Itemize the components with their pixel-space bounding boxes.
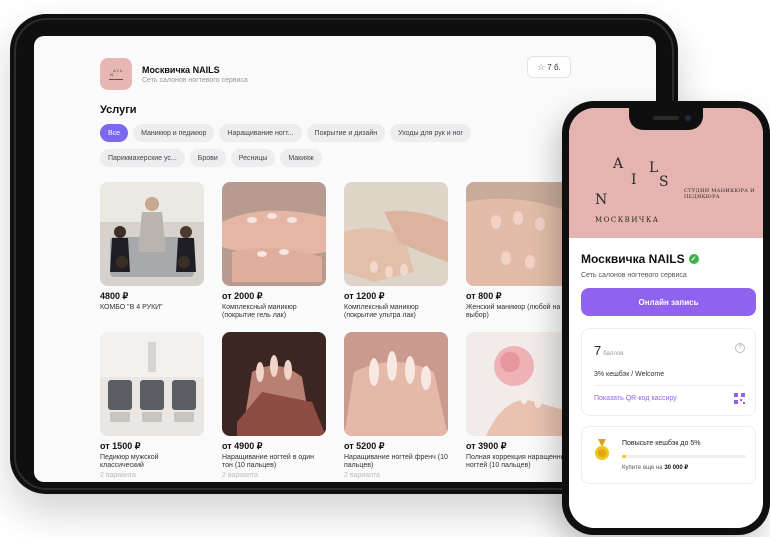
- service-card[interactable]: от 1500 ₽ Педикюр мужской классический 2…: [100, 332, 204, 479]
- chip-hand-foot-care[interactable]: Уходы для рук и ног: [390, 124, 471, 142]
- svg-text:N: N: [110, 72, 114, 77]
- service-card[interactable]: от 3900 ₽ Полная коррекция наращенных но…: [466, 332, 570, 470]
- services-title: Услуги: [100, 104, 137, 116]
- promo-title: Повысьте кешбэк до 5%: [622, 440, 701, 447]
- chip-manicure-pedicure[interactable]: Маникюр и педикюр: [133, 124, 215, 142]
- rating-value: 7 б.: [547, 62, 561, 72]
- show-qr-link[interactable]: Показать QR-код кассиру: [594, 395, 677, 402]
- service-desc: Наращивание ногтей френч (10 пальцев): [344, 454, 448, 469]
- service-price: от 1200 ₽: [344, 291, 385, 301]
- service-variants: 2 варианта: [344, 472, 380, 479]
- service-photo-extension-french: [344, 332, 448, 436]
- phone-shop-name: Москвичка NAILS ✓: [581, 252, 699, 266]
- service-photo-correction-rose: [466, 332, 570, 436]
- rating-button[interactable]: ☆ 7 б.: [527, 56, 571, 78]
- service-card[interactable]: 4800 ₽ КОМБО "В 4 РУКИ": [100, 182, 204, 312]
- service-desc: Комплексный маникюр (покрытие гель лак): [222, 304, 297, 319]
- service-price: от 1500 ₽: [100, 441, 141, 451]
- promo-note: Купите еще на 30 000 ₽: [622, 465, 689, 471]
- service-variants: 2 варианта: [222, 472, 258, 479]
- chip-hair-services[interactable]: Парикмахерские ус...: [100, 149, 185, 167]
- service-price: 4800 ₽: [100, 291, 129, 301]
- chip-all[interactable]: Все: [100, 124, 129, 142]
- service-price: от 3900 ₽: [466, 441, 507, 451]
- shop-header: A I L N Москвичка NAILS Сеть салонов ног…: [100, 58, 248, 90]
- star-icon: ☆: [537, 61, 546, 72]
- phone-profile-card: Москвичка NAILS ✓ Сеть салонов ногтевого…: [569, 238, 763, 528]
- category-chips: Все Маникюр и педикюр Наращивание ногт..…: [100, 124, 570, 174]
- chip-lashes[interactable]: Ресницы: [230, 149, 276, 167]
- service-photo-pedicure-chairs: [100, 332, 204, 436]
- svg-text:A I L: A I L: [112, 68, 123, 73]
- qr-code-icon[interactable]: [734, 393, 745, 404]
- camera-icon: [685, 115, 691, 121]
- service-photo-salon-team: [100, 182, 204, 286]
- service-photo-extension-one-tone: [222, 332, 326, 436]
- shop-subtitle: Сеть салонов ногтевого сервиса: [142, 76, 248, 84]
- service-card[interactable]: от 800 ₽ Женский маникюр (любой на выбор…: [466, 182, 570, 320]
- online-booking-button[interactable]: Онлайн запись: [581, 288, 756, 316]
- service-card[interactable]: от 2000 ₽ Комплексный маникюр (покрытие …: [222, 182, 326, 320]
- cashback-promo-card: Повысьте кешбэк до 5% Купите еще на 30 0…: [581, 426, 756, 484]
- service-price: от 5200 ₽: [344, 441, 385, 451]
- service-price: от 800 ₽: [466, 291, 502, 301]
- service-desc: Педикюр мужской классический: [100, 454, 159, 469]
- phone-device: A I L N S МОСКВИЧКА СТУДИИ МАНИКЮРА И ПЕ…: [562, 101, 770, 535]
- service-desc: Полная коррекция наращенных ногтей (10 п…: [466, 454, 570, 469]
- service-price: от 2000 ₽: [222, 291, 263, 301]
- divider: [594, 385, 743, 386]
- service-desc: КОМБО "В 4 РУКИ": [100, 304, 163, 311]
- service-desc: Комплексный маникюр (покрытие ультра лак…: [344, 304, 419, 319]
- service-desc: Наращивание ногтей в один тон (10 пальце…: [222, 454, 315, 469]
- bonus-card: 7 баллов ? 3% кешбэк / Welcome Показать Q…: [581, 328, 756, 416]
- chip-brows[interactable]: Брови: [189, 149, 226, 167]
- phone-notch: [629, 108, 703, 130]
- service-card[interactable]: от 5200 ₽ Наращивание ногтей френч (10 п…: [344, 332, 448, 479]
- points-balance: 7 баллов: [594, 343, 624, 358]
- shop-logo: A I L N: [100, 58, 132, 90]
- chip-makeup[interactable]: Макияж: [280, 149, 322, 167]
- shop-name: Москвичка NAILS: [142, 64, 220, 75]
- verified-check-icon: ✓: [688, 254, 699, 264]
- cashback-progress-bar: [622, 455, 746, 458]
- cashback-progress-fill: [622, 455, 626, 458]
- service-card[interactable]: от 1200 ₽ Комплексный маникюр (покрытие …: [344, 182, 448, 320]
- phone-screen: A I L N S МОСКВИЧКА СТУДИИ МАНИКЮРА И ПЕ…: [569, 108, 763, 528]
- speaker-grille: [653, 116, 679, 120]
- brand-tagline: СТУДИИ МАНИКЮРА И ПЕДИКЮРА: [684, 188, 755, 200]
- service-photo-hands-gel: [222, 182, 326, 286]
- service-price: от 4900 ₽: [222, 441, 263, 451]
- cashback-level: 3% кешбэк / Welcome: [594, 371, 665, 378]
- phone-shop-subtitle: Сеть салонов ногтевого сервиса: [581, 272, 687, 279]
- chip-coating-design[interactable]: Покрытие и дизайн: [306, 124, 386, 142]
- medal-icon: [595, 439, 609, 460]
- help-icon[interactable]: ?: [735, 343, 745, 353]
- service-photo-hands-ultra: [344, 182, 448, 286]
- service-card[interactable]: от 4900 ₽ Наращивание ногтей в один тон …: [222, 332, 326, 479]
- chip-extensions[interactable]: Наращивание ногт...: [219, 124, 302, 142]
- service-desc: Женский маникюр (любой на выбор): [466, 304, 561, 319]
- service-variants: 2 варианта: [100, 472, 136, 479]
- service-photo-hands-women: [466, 182, 570, 286]
